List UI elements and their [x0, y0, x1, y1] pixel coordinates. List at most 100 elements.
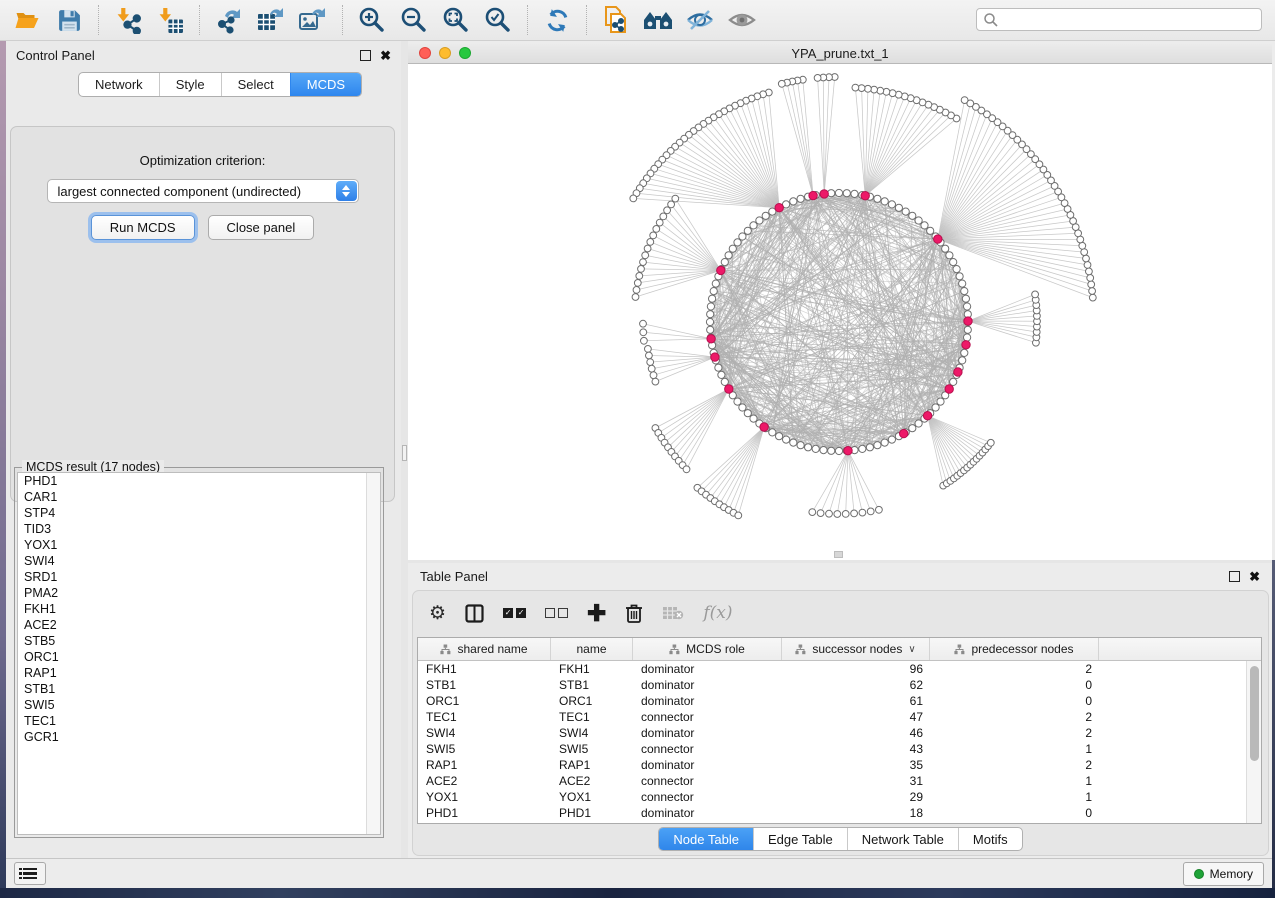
zoom-fit-button[interactable] — [440, 4, 472, 36]
table-row[interactable]: YOX1YOX1connector291 — [418, 789, 1261, 805]
network-node[interactable] — [790, 198, 797, 205]
network-node[interactable] — [956, 273, 963, 280]
zoom-in-button[interactable] — [356, 4, 388, 36]
network-node[interactable] — [828, 447, 835, 454]
show-panels-button[interactable] — [726, 4, 758, 36]
network-node[interactable] — [835, 447, 842, 454]
network-node[interactable] — [817, 510, 824, 517]
cell-MCDS-role[interactable]: dominator — [633, 662, 782, 676]
clone-network-button[interactable] — [600, 4, 632, 36]
mcds-result-item[interactable]: PHD1 — [18, 473, 380, 489]
tab-edge-table[interactable]: Edge Table — [753, 828, 847, 850]
show-columns-button[interactable] — [465, 604, 484, 623]
network-search-button[interactable] — [642, 4, 674, 36]
network-node[interactable] — [909, 212, 916, 219]
cell-predecessor-nodes[interactable]: 2 — [930, 726, 1099, 740]
cell-MCDS-role[interactable]: connector — [633, 742, 782, 756]
tab-style[interactable]: Style — [159, 73, 221, 96]
network-node[interactable] — [888, 436, 895, 443]
network-node[interactable] — [762, 212, 769, 219]
network-node[interactable] — [888, 201, 895, 208]
network-node[interactable] — [809, 509, 816, 516]
open-session-button[interactable] — [11, 4, 43, 36]
network-node[interactable] — [646, 352, 653, 359]
export-table-button[interactable] — [255, 4, 287, 36]
network-node[interactable] — [640, 259, 647, 266]
mcds-result-scrollbar[interactable] — [366, 473, 380, 834]
cell-successor-nodes[interactable]: 62 — [782, 678, 930, 692]
mcds-result-item[interactable]: YOX1 — [18, 537, 380, 553]
network-window-titlebar[interactable]: YPA_prune.txt_1 — [408, 44, 1272, 64]
mcds-hub-node[interactable] — [711, 353, 719, 361]
network-node[interactable] — [961, 288, 968, 295]
cell-successor-nodes[interactable]: 29 — [782, 790, 930, 804]
network-node[interactable] — [709, 295, 716, 302]
network-node[interactable] — [909, 425, 916, 432]
mcds-hub-node[interactable] — [725, 385, 733, 393]
network-node[interactable] — [712, 280, 719, 287]
unselect-all-columns-button[interactable] — [545, 608, 568, 618]
mcds-hub-node[interactable] — [962, 341, 970, 349]
network-node[interactable] — [937, 398, 944, 405]
network-node[interactable] — [812, 445, 819, 452]
cell-shared-name[interactable]: TEC1 — [418, 710, 551, 724]
cell-successor-nodes[interactable]: 43 — [782, 742, 930, 756]
cell-predecessor-nodes[interactable]: 1 — [930, 790, 1099, 804]
tab-network-table[interactable]: Network Table — [847, 828, 958, 850]
network-node[interactable] — [927, 227, 934, 234]
network-node[interactable] — [964, 303, 971, 310]
mcds-result-list[interactable]: PHD1CAR1STP4TID3YOX1SWI4SRD1PMA2FKH1ACE2… — [17, 472, 381, 835]
cell-MCDS-role[interactable]: connector — [633, 710, 782, 724]
mcds-result-item[interactable]: STP4 — [18, 505, 380, 521]
cell-predecessor-nodes[interactable]: 2 — [930, 758, 1099, 772]
cell-predecessor-nodes[interactable]: 2 — [930, 662, 1099, 676]
cell-successor-nodes[interactable]: 96 — [782, 662, 930, 676]
network-node[interactable] — [790, 439, 797, 446]
network-node[interactable] — [634, 280, 641, 287]
close-panel-icon[interactable]: ✖ — [1249, 572, 1260, 581]
column-header-name[interactable]: name — [551, 638, 633, 660]
network-node[interactable] — [874, 442, 881, 449]
criterion-dropdown[interactable]: largest connected component (undirected) — [47, 179, 359, 203]
network-node[interactable] — [650, 232, 657, 239]
close-window-icon[interactable] — [419, 47, 431, 59]
delete-column-button[interactable] — [625, 603, 643, 623]
cell-successor-nodes[interactable]: 31 — [782, 774, 930, 788]
network-node[interactable] — [950, 378, 957, 385]
network-node[interactable] — [647, 239, 654, 246]
network-node[interactable] — [640, 320, 647, 327]
network-node[interactable] — [718, 371, 725, 378]
export-image-button[interactable] — [297, 4, 329, 36]
cell-predecessor-nodes[interactable]: 0 — [930, 806, 1099, 820]
network-node[interactable] — [710, 288, 717, 295]
network-node[interactable] — [895, 204, 902, 211]
table-row[interactable]: STB1STB1dominator620 — [418, 677, 1261, 693]
network-node[interactable] — [707, 311, 714, 318]
network-node[interactable] — [645, 346, 652, 353]
network-node[interactable] — [783, 436, 790, 443]
cell-MCDS-role[interactable]: dominator — [633, 678, 782, 692]
network-node[interactable] — [1087, 275, 1094, 282]
cell-successor-nodes[interactable]: 61 — [782, 694, 930, 708]
network-node[interactable] — [915, 420, 922, 427]
import-table-button[interactable] — [154, 4, 186, 36]
network-node[interactable] — [946, 252, 953, 259]
cell-MCDS-role[interactable]: dominator — [633, 694, 782, 708]
network-node[interactable] — [707, 326, 714, 333]
table-row[interactable]: ACE2ACE2connector311 — [418, 773, 1261, 789]
network-node[interactable] — [660, 213, 667, 220]
network-node[interactable] — [729, 245, 736, 252]
run-mcds-button[interactable]: Run MCDS — [91, 215, 195, 240]
cell-name[interactable]: STB1 — [551, 678, 633, 692]
tab-network[interactable]: Network — [79, 73, 159, 96]
network-node[interactable] — [652, 378, 659, 385]
network-node[interactable] — [648, 365, 655, 372]
network-node[interactable] — [953, 266, 960, 273]
cell-name[interactable]: YOX1 — [551, 790, 633, 804]
network-node[interactable] — [932, 404, 939, 411]
network-node[interactable] — [942, 245, 949, 252]
network-node[interactable] — [859, 445, 866, 452]
network-node[interactable] — [630, 195, 637, 202]
mcds-hub-node[interactable] — [707, 335, 715, 343]
network-node[interactable] — [1079, 242, 1086, 249]
